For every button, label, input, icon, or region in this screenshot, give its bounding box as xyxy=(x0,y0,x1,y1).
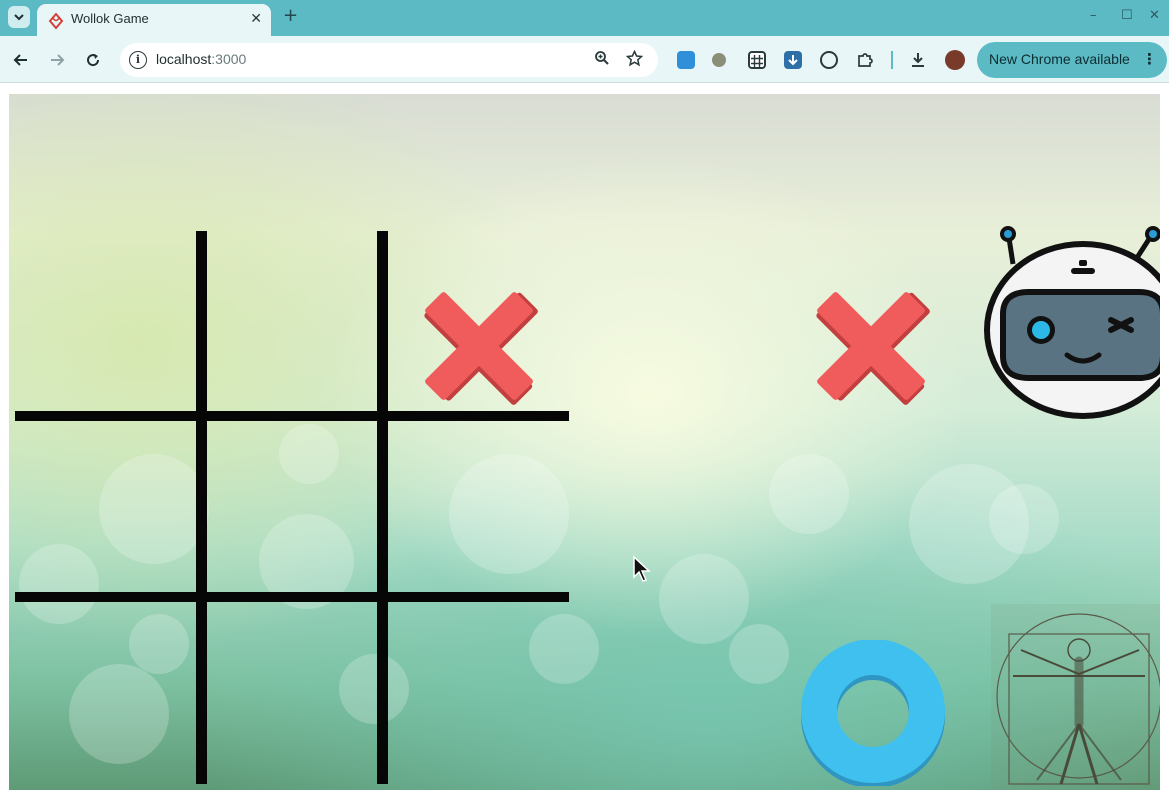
o-piece[interactable] xyxy=(799,640,949,786)
arrow-right-icon xyxy=(51,54,65,66)
tab-strip: Wollok Game ✕ + – ☐ ✕ xyxy=(0,0,1169,36)
extension-circle-icon[interactable] xyxy=(712,53,726,67)
extension-translate-icon[interactable] xyxy=(677,51,695,69)
bookmark-star-icon[interactable] xyxy=(625,49,644,72)
chevron-down-icon xyxy=(14,14,24,21)
vitruvian-man-image xyxy=(991,604,1160,790)
board-vertical-line-right xyxy=(377,231,388,784)
extension-lock-icon[interactable] xyxy=(820,51,838,69)
wollok-favicon-icon xyxy=(48,13,64,29)
x-piece-next[interactable] xyxy=(803,278,939,414)
address-bar[interactable]: i localhost:3000 xyxy=(120,43,658,77)
maximize-button[interactable]: ☐ xyxy=(1121,7,1133,25)
extensions-puzzle-icon[interactable] xyxy=(856,51,874,69)
bokeh-bubble xyxy=(729,624,789,684)
toolbar-divider xyxy=(891,51,893,69)
robot-face-icon[interactable] xyxy=(983,222,1160,422)
bokeh-bubble xyxy=(659,554,749,644)
bokeh-bubble xyxy=(989,484,1059,554)
downloads-icon[interactable] xyxy=(909,51,927,69)
bokeh-bubble xyxy=(339,654,409,724)
board-vertical-line-left xyxy=(196,231,207,784)
url-port: :3000 xyxy=(211,51,247,67)
reload-icon xyxy=(87,54,100,67)
site-info-icon[interactable]: i xyxy=(129,51,147,69)
new-tab-button[interactable]: + xyxy=(283,5,298,27)
close-window-button[interactable]: ✕ xyxy=(1149,7,1160,25)
extension-download-icon[interactable] xyxy=(784,51,802,69)
bokeh-bubble xyxy=(449,454,569,574)
bokeh-bubble xyxy=(529,614,599,684)
profile-avatar[interactable] xyxy=(945,50,965,70)
arrow-left-icon xyxy=(13,54,27,66)
url-text[interactable]: localhost:3000 xyxy=(156,51,246,67)
update-label: New Chrome available xyxy=(989,51,1130,67)
close-tab-icon[interactable]: ✕ xyxy=(250,11,262,27)
bokeh-bubble xyxy=(769,454,849,534)
x-piece-board[interactable] xyxy=(411,278,547,414)
url-host: localhost xyxy=(156,51,212,67)
minimize-button[interactable]: – xyxy=(1090,7,1097,25)
tab-title: Wollok Game xyxy=(71,11,149,26)
forward-button[interactable] xyxy=(46,49,68,71)
bokeh-bubble xyxy=(99,454,209,564)
reload-button[interactable] xyxy=(82,49,104,71)
tab-search-button[interactable] xyxy=(8,6,30,28)
zoom-icon[interactable] xyxy=(594,50,610,71)
bokeh-bubble xyxy=(279,424,339,484)
extension-grid-icon[interactable] xyxy=(748,51,766,69)
bokeh-bubble xyxy=(129,614,189,674)
board-horizontal-line-bottom xyxy=(15,592,569,602)
bokeh-bubble xyxy=(69,664,169,764)
new-chrome-available-button[interactable]: New Chrome available ⋮ xyxy=(977,42,1167,78)
back-button[interactable] xyxy=(10,49,32,71)
game-board-canvas[interactable] xyxy=(9,94,1160,790)
tab-wollok-game[interactable]: Wollok Game ✕ xyxy=(37,4,271,36)
menu-kebab-icon[interactable]: ⋮ xyxy=(1142,50,1157,68)
mouse-cursor-icon xyxy=(633,555,651,582)
bokeh-bubble xyxy=(19,544,99,624)
